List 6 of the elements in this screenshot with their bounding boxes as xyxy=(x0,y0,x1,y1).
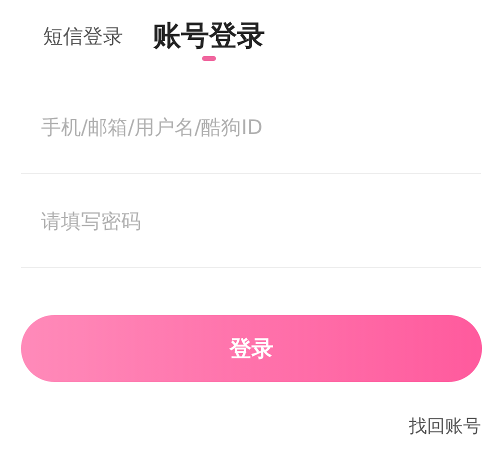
input-field[interactable]: 请填写密码 xyxy=(21,208,481,232)
login-tab[interactable]: 账号登录 xyxy=(153,18,265,54)
recover-account-link[interactable]: 找回账号 xyxy=(409,414,481,438)
login-tab[interactable]: 短信登录 xyxy=(43,18,123,54)
input-field[interactable]: 手机/邮箱/用户名/酷狗ID xyxy=(21,114,481,138)
tab-indicator xyxy=(202,56,216,61)
